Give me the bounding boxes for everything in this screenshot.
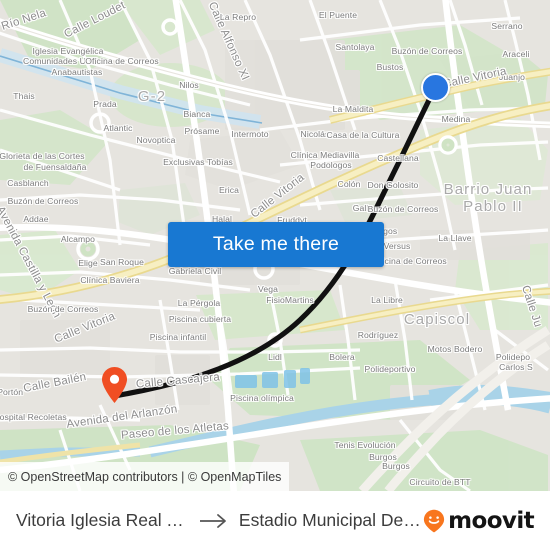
arrow-right-icon: [199, 513, 226, 528]
moovit-logo[interactable]: moovit: [423, 507, 535, 534]
take-me-there-button[interactable]: Take me there: [168, 222, 384, 267]
route-endpoints: Vitoria Iglesia Real Y A... Estadio Muni…: [16, 510, 423, 531]
route-destination-label: Estadio Municipal De El ...: [238, 510, 424, 530]
map-attribution-text[interactable]: © OpenStreetMap contributors | © OpenMap…: [8, 470, 281, 484]
moovit-route-screen: Río Nela Calle Loudet Iglesia Evangélica Co…: [0, 0, 550, 550]
moovit-pin-icon: [424, 509, 445, 532]
moovit-wordmark: moovit: [448, 507, 534, 534]
map-attribution: © OpenStreetMap contributors | © OpenMap…: [0, 462, 290, 491]
destination-marker-icon: [421, 73, 450, 102]
map-canvas[interactable]: Río Nela Calle Loudet Iglesia Evangélica Co…: [0, 0, 550, 491]
route-footer-bar: Vitoria Iglesia Real Y A... Estadio Muni…: [0, 491, 550, 550]
route-origin-label: Vitoria Iglesia Real Y A...: [16, 510, 189, 530]
